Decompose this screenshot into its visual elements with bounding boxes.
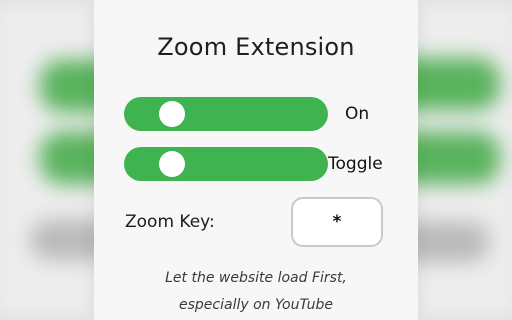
toggle-switch[interactable] xyxy=(124,147,328,181)
note-line-1: Let the website load First, xyxy=(165,270,347,286)
screen: Zoom Extension On Toggle Zoom Key: Let t… xyxy=(0,0,512,320)
on-switch-label: On xyxy=(345,104,370,124)
note-line-2: especially on YouTube xyxy=(179,297,333,313)
switch-knob xyxy=(159,151,185,177)
on-switch[interactable] xyxy=(124,97,328,131)
extension-popup: Zoom Extension On Toggle Zoom Key: Let t… xyxy=(94,0,418,320)
toggle-switch-label: Toggle xyxy=(328,154,383,174)
switch-knob xyxy=(159,101,185,127)
zoom-key-label: Zoom Key: xyxy=(125,212,215,232)
zoom-key-input[interactable] xyxy=(291,197,383,247)
popup-title: Zoom Extension xyxy=(157,33,355,61)
